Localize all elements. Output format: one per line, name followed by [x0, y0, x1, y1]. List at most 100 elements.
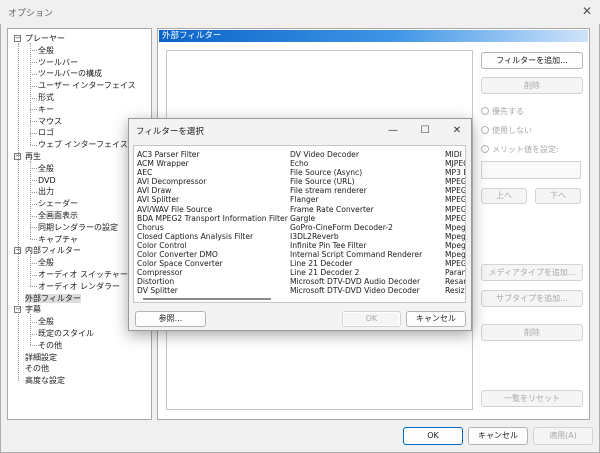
filter-list-item[interactable]: Param: [445, 268, 465, 277]
ok-button[interactable]: OK: [403, 427, 463, 445]
filter-list-item[interactable]: Internal Script Command Renderer: [290, 250, 422, 259]
tree-item[interactable]: ウェブ インターフェイス: [38, 139, 128, 150]
filter-list-item[interactable]: Compressor: [137, 268, 288, 277]
tree-item[interactable]: ユーザー インターフェイス: [38, 80, 136, 91]
filter-list-item[interactable]: ACM Wrapper: [137, 159, 288, 168]
filter-list-item[interactable]: Closed Captions Analysis Filter: [137, 232, 288, 241]
filter-list-item[interactable]: Color Converter DMO: [137, 250, 288, 259]
tree-item[interactable]: 詳細設定: [25, 352, 57, 363]
filter-list-item[interactable]: GoPro-CineForm Decoder-2: [290, 223, 422, 232]
filter-list-item[interactable]: MIDI R: [445, 150, 465, 159]
merit-input[interactable]: [481, 161, 581, 179]
radio-block[interactable]: 使用しない: [481, 125, 532, 136]
filter-list-item[interactable]: AVI/WAV File Source: [137, 205, 288, 214]
tree-item[interactable]: 内部フィルター: [25, 245, 81, 256]
filter-list-item[interactable]: Microsoft DTV-DVD Audio Decoder: [290, 277, 422, 286]
filter-list-item[interactable]: Mpeg4: [445, 223, 465, 232]
tree-item[interactable]: 既定のスタイル: [38, 328, 94, 339]
filter-list-item[interactable]: File Source (URL): [290, 177, 422, 186]
filter-list-item[interactable]: MPEG: [445, 186, 465, 195]
add-filter-button[interactable]: フィルターを追加...: [481, 52, 583, 69]
tree-item[interactable]: 同期レンダラーの設定: [38, 222, 118, 233]
radio-merit[interactable]: メリット値を設定:: [481, 144, 559, 155]
remove-filter-button[interactable]: 削除: [481, 77, 583, 94]
filter-list-item[interactable]: Echo: [290, 159, 422, 168]
tree-item[interactable]: マウス: [38, 116, 62, 127]
filter-list-item[interactable]: AVI Draw: [137, 186, 288, 195]
add-media-type-button[interactable]: メディアタイプを追加...: [481, 264, 583, 281]
filter-list-item[interactable]: Mpeg4: [445, 232, 465, 241]
collapse-icon[interactable]: −: [14, 35, 21, 42]
filter-list-item[interactable]: File stream renderer: [290, 186, 422, 195]
filter-list-item[interactable]: MPEG: [445, 177, 465, 186]
filter-choice-list[interactable]: AC3 Parser Filter ACM Wrapper AEC AVI Decom…: [133, 145, 466, 303]
tree-item[interactable]: 全般: [38, 45, 54, 56]
browse-button[interactable]: 参照...: [135, 311, 206, 327]
filter-list-item[interactable]: MPEG: [445, 195, 465, 204]
filter-list-item[interactable]: Microsoft DTV-DVD Video Decoder: [290, 286, 422, 295]
tree-item[interactable]: オーディオ スイッチャー: [38, 269, 128, 280]
delete-type-button[interactable]: 削除: [481, 324, 583, 341]
minimize-icon[interactable]: —: [386, 124, 400, 138]
radio-prefer[interactable]: 優先する: [481, 106, 524, 117]
filter-list-item[interactable]: DV Splitter: [137, 286, 288, 295]
maximize-icon[interactable]: ☐: [418, 124, 432, 138]
filter-list-item[interactable]: I3DL2Reverb: [290, 232, 422, 241]
dialog-cancel-button[interactable]: キャンセル: [406, 311, 466, 327]
filter-list-item[interactable]: MP3 D: [445, 168, 465, 177]
filter-list-item[interactable]: MPEG: [445, 205, 465, 214]
tree-item[interactable]: キー: [38, 104, 54, 115]
tree-item[interactable]: プレーヤー: [25, 33, 65, 44]
filter-list-item[interactable]: Frame Rate Converter: [290, 205, 422, 214]
tree-item[interactable]: ツールバーの構成: [38, 68, 102, 79]
filter-list-item[interactable]: AVI Splitter: [137, 195, 288, 204]
filter-list-item[interactable]: Resize: [445, 286, 465, 295]
apply-button[interactable]: 適用(A): [533, 427, 593, 445]
filter-list-item[interactable]: Line 21 Decoder: [290, 259, 422, 268]
filter-list-item[interactable]: DV Video Decoder: [290, 150, 422, 159]
cancel-button[interactable]: キャンセル: [468, 427, 528, 445]
filter-list-item[interactable]: File Source (Async): [290, 168, 422, 177]
horizontal-scrollbar[interactable]: [143, 298, 271, 300]
tree-item[interactable]: ツールバー: [38, 57, 78, 68]
dialog-ok-button[interactable]: OK: [342, 311, 401, 327]
filter-list-item[interactable]: AVI Decompressor: [137, 177, 288, 186]
tree-item[interactable]: 形式: [38, 92, 54, 103]
filter-list-item[interactable]: Mpeg4: [445, 241, 465, 250]
filter-list-item[interactable]: Flanger: [290, 195, 422, 204]
filter-list-item[interactable]: MPEG: [445, 214, 465, 223]
tree-item[interactable]: DVD: [38, 175, 56, 186]
filter-list-item[interactable]: BDA MPEG2 Transport Information Filter: [137, 214, 288, 223]
tree-item[interactable]: 全般: [38, 257, 54, 268]
move-up-button[interactable]: 上へ: [481, 188, 527, 204]
filter-list-item[interactable]: Gargle: [290, 214, 422, 223]
tree-item[interactable]: 外部フィルター: [25, 293, 81, 304]
move-down-button[interactable]: 下へ: [535, 188, 581, 204]
filter-list-item[interactable]: Mpeg4: [445, 250, 465, 259]
tree-item[interactable]: その他: [38, 340, 62, 351]
filter-list-item[interactable]: Color Space Converter: [137, 259, 288, 268]
filter-list-item[interactable]: MJPEG: [445, 159, 465, 168]
tree-item[interactable]: オーディオ レンダラー: [38, 281, 120, 292]
tree-item[interactable]: 全般: [38, 163, 54, 174]
tree-item[interactable]: シェーダー: [38, 198, 78, 209]
filter-list-item[interactable]: Chorus: [137, 223, 288, 232]
filter-list-item[interactable]: Distortion: [137, 277, 288, 286]
filter-list-item[interactable]: Line 21 Decoder 2: [290, 268, 422, 277]
tree-item[interactable]: その他: [25, 363, 49, 374]
tree-item[interactable]: 出力: [38, 186, 54, 197]
filter-list-item[interactable]: Infinite Pin Tee Filter: [290, 241, 422, 250]
tree-item[interactable]: 高度な設定: [25, 375, 65, 386]
tree-item[interactable]: 全画面表示: [38, 210, 78, 221]
tree-item[interactable]: 全般: [38, 316, 54, 327]
tree-item[interactable]: キャプチャ: [38, 234, 78, 245]
reset-types-button[interactable]: 一覧をリセット: [481, 390, 583, 407]
add-subtype-button[interactable]: サブタイプを追加...: [481, 290, 583, 307]
tree-item[interactable]: 再生: [25, 151, 41, 162]
filter-list-item[interactable]: AEC: [137, 168, 288, 177]
close-icon[interactable]: ✕: [579, 3, 595, 19]
filter-list-item[interactable]: Color Control: [137, 241, 288, 250]
filter-list-item[interactable]: Resam: [445, 277, 465, 286]
dialog-close-icon[interactable]: ✕: [450, 124, 464, 138]
tree-item[interactable]: 字幕: [25, 304, 41, 315]
